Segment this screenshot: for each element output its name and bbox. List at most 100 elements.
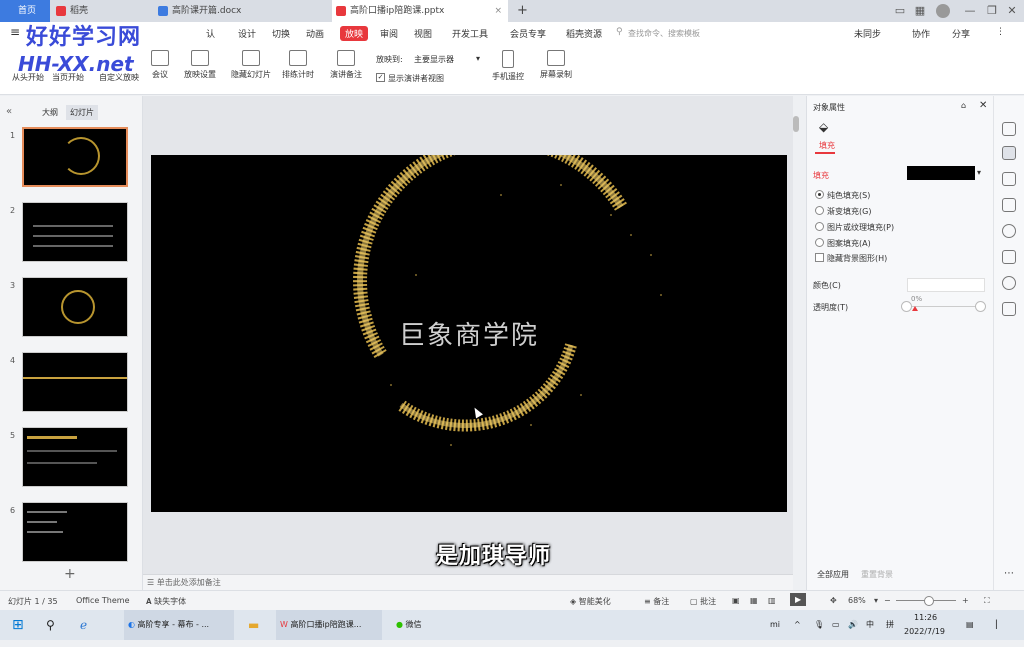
minimize-button[interactable]: — [962, 3, 978, 19]
hide-bg-checkbox[interactable] [815, 253, 824, 262]
menu-view[interactable]: 视图 [414, 27, 432, 40]
close-tab-icon[interactable]: × [494, 0, 502, 22]
tab-outline[interactable]: 大纲 [42, 107, 58, 118]
presenter-view-checkbox[interactable]: ✓ [376, 73, 385, 82]
notes-pane[interactable]: ☰ 单击此处添加备注 [143, 574, 793, 591]
pin-icon[interactable]: ⌂ [961, 101, 966, 110]
menu-devtools[interactable]: 开发工具 [452, 27, 488, 40]
beautify-button[interactable]: ◈ 智能美化 [570, 596, 611, 607]
phone-remote-button[interactable]: 手机遥控 [488, 50, 528, 82]
chevron-down-icon[interactable]: ▾ [977, 168, 981, 177]
slide-thumbnail-1[interactable] [22, 127, 128, 187]
chevron-down-icon[interactable]: ▾ [476, 54, 480, 63]
shape-icon[interactable] [1002, 122, 1016, 136]
collaborate-button[interactable]: 协作 [912, 27, 930, 40]
search-icon[interactable]: ⚲ [46, 610, 55, 640]
properties-icon[interactable] [1002, 146, 1016, 160]
ie-icon[interactable]: ℯ [80, 610, 87, 640]
share-button[interactable]: 分享 [952, 27, 970, 40]
menu-slideshow[interactable]: 放映 [340, 26, 369, 41]
zoom-out-button[interactable]: ▾ [874, 596, 878, 605]
clock-date[interactable]: 2022/7/19 [904, 617, 945, 647]
search-icon[interactable]: ⚲ [616, 27, 623, 37]
menu-transition[interactable]: 切换 [272, 27, 290, 40]
fit-icon[interactable]: ✥ [830, 596, 837, 605]
add-slide-button[interactable]: + [64, 566, 76, 582]
collapse-panel-icon[interactable]: « [6, 106, 12, 117]
hamburger-icon[interactable]: ≡ [10, 25, 20, 39]
fill-color-swatch[interactable] [907, 166, 975, 180]
show-settings-button[interactable]: 放映设置 [180, 50, 220, 80]
close-button[interactable]: ✕ [1004, 3, 1020, 19]
transition-icon[interactable] [1002, 198, 1016, 212]
color-select[interactable] [907, 278, 985, 292]
volume-icon[interactable]: 🔊 [848, 610, 858, 640]
show-desktop-icon[interactable]: ▏ [996, 610, 1002, 640]
tray-expand-icon[interactable]: ^ [794, 610, 801, 640]
radio-gradient-fill[interactable] [815, 206, 824, 215]
image-icon[interactable] [1002, 250, 1016, 264]
radio-solid-fill[interactable] [815, 190, 824, 199]
restore-button[interactable]: ❐ [984, 3, 1000, 19]
command-search-input[interactable]: 查找命令、搜索模板 [628, 28, 700, 39]
taskbar-app-wechat[interactable]: ● 微信 [392, 610, 452, 640]
radio-picture-fill[interactable] [815, 222, 824, 231]
reading-view-icon[interactable]: ▥ [768, 596, 776, 605]
zoom-level[interactable]: 68% [848, 596, 866, 605]
slide-thumbnail-4[interactable] [22, 352, 128, 412]
notes-toggle-button[interactable]: ≡ 备注 [644, 596, 669, 607]
close-icon[interactable]: ✕ [979, 100, 987, 111]
hide-slide-button[interactable]: 隐藏幻灯片 [226, 50, 276, 80]
missing-font-button[interactable]: 𝐀 缺失字体 [146, 596, 186, 607]
slider-thumb[interactable] [912, 306, 918, 311]
more-icon[interactable]: ⋯ [1004, 568, 1014, 579]
animation-icon[interactable] [1002, 172, 1016, 186]
sync-status[interactable]: 未同步 [854, 27, 881, 40]
scrollbar[interactable] [793, 116, 799, 132]
slide-thumbnail-3[interactable] [22, 277, 128, 337]
mic-icon[interactable]: 🎙 [814, 610, 824, 640]
apply-all-button[interactable]: 全部应用 [817, 569, 849, 580]
cube-icon[interactable] [1002, 302, 1016, 316]
monitor-select[interactable]: 主要显示器 [414, 54, 454, 65]
avatar[interactable] [936, 4, 950, 18]
tab-fill[interactable]: 填充 [819, 140, 835, 151]
new-tab-button[interactable]: + [512, 0, 532, 22]
mi-icon[interactable]: mi [770, 610, 780, 640]
menu-insert[interactable]: 认 [206, 27, 215, 40]
location-icon[interactable] [1002, 276, 1016, 290]
grid-view-icon[interactable]: ▦ [750, 596, 758, 605]
meeting-button[interactable]: 会议 [140, 50, 180, 80]
folder-icon[interactable]: ▬ [248, 610, 259, 640]
slide-thumbnail-5[interactable] [22, 427, 128, 487]
comments-button[interactable]: ▢ 批注 [690, 596, 716, 607]
reset-background-button[interactable]: 重置背景 [861, 569, 893, 580]
menu-design[interactable]: 设计 [238, 27, 256, 40]
notification-icon[interactable]: ▤ [966, 610, 974, 640]
help-icon[interactable] [1002, 224, 1016, 238]
network-icon[interactable]: ▭ [832, 610, 840, 640]
current-slide[interactable]: 巨象商学院 [151, 133, 787, 512]
tab-pptx[interactable]: 高阶口播ip陪跑课.pptx × [332, 0, 508, 22]
zoom-plus-icon[interactable]: + [962, 596, 969, 605]
play-slideshow-button[interactable]: ▶ [790, 593, 807, 606]
tab-docx[interactable]: 高阶课开篇.docx [154, 0, 330, 22]
menu-docer-res[interactable]: 稻壳资源 [566, 27, 602, 40]
slide-thumbnail-2[interactable] [22, 202, 128, 262]
more-icon[interactable]: ⋮ [996, 27, 1005, 37]
window-icon[interactable]: ▦ [912, 3, 928, 19]
fill-bucket-icon[interactable]: ⬙ [819, 120, 828, 134]
windows-start-icon[interactable]: ⊞ [12, 610, 24, 640]
taskbar-app-mubu[interactable]: ◐ 高阶专享 - 幕布 - ... [124, 610, 234, 640]
menu-animation[interactable]: 动画 [306, 27, 324, 40]
screen-record-button[interactable]: 屏幕录制 [536, 50, 576, 80]
rehearse-timing-button[interactable]: 排练计时 [278, 50, 318, 80]
normal-view-icon[interactable]: ▣ [732, 596, 740, 605]
zoom-minus-icon[interactable]: − [884, 596, 891, 605]
ime-mode[interactable]: 拼 [886, 610, 894, 640]
menu-member[interactable]: 会员专享 [510, 27, 546, 40]
menu-review[interactable]: 审阅 [380, 27, 398, 40]
radio-pattern-fill[interactable] [815, 238, 824, 247]
ime-indicator[interactable]: 中 [866, 610, 874, 640]
layout-icon[interactable]: ▭ [892, 3, 908, 19]
